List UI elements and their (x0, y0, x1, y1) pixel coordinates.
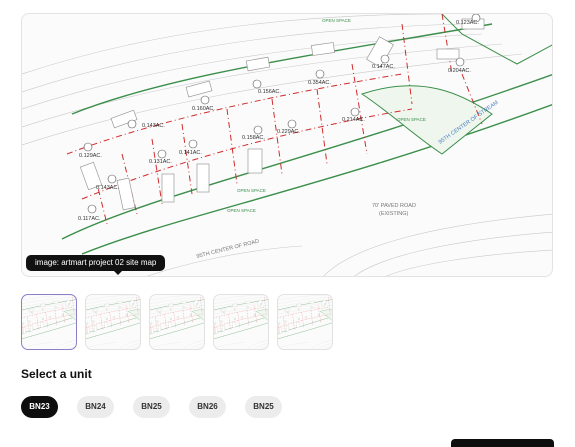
thumbnail-map-preview (86, 295, 140, 349)
unit-chip-bn24[interactable]: BN24 (77, 396, 114, 418)
thumbnail-map-preview (22, 295, 76, 349)
lot-15-area: 0.123AC. (456, 20, 479, 26)
thumbnail-1[interactable] (21, 294, 77, 350)
unit-chip-list: BN23 BN24 BN25 BN26 BN25 (21, 396, 282, 418)
lot-3-area: 0.129AC. (79, 153, 102, 159)
road-note-label: (EXISTING) (379, 211, 409, 217)
lot-8-area: 0.156AC. (258, 89, 281, 95)
lot-6-area: 0.141AC. (179, 150, 202, 156)
unit-chip-bn23[interactable]: BN23 (21, 396, 58, 418)
thumbnail-2[interactable] (85, 294, 141, 350)
lot-14-area: 0.204AC. (448, 68, 471, 74)
thumbnail-3[interactable] (149, 294, 205, 350)
lot-12-area: 0.214AC. (342, 117, 365, 123)
center-of-road-label: 95TH CENTER OF ROAD (196, 239, 260, 260)
lot-1-area: 0.117AC. (78, 216, 101, 222)
thumbnail-map-preview (278, 295, 332, 349)
select-unit-heading: Select a unit (21, 367, 92, 381)
lot-5-area: 0.131AC. (149, 159, 172, 165)
lot-2-area: 0.143AC. (96, 185, 119, 191)
image-caption: image: artmart project 02 site map (26, 255, 166, 275)
thumbnail-5[interactable] (277, 294, 333, 350)
lot-7-area: 0.160AC. (192, 106, 215, 112)
primary-action-button[interactable] (451, 439, 554, 447)
lot-10-area: 0.229AC. (277, 129, 300, 135)
open-space-label-top: OPEN SPACE (322, 18, 351, 23)
unit-chip-bn25[interactable]: BN25 (133, 396, 170, 418)
thumbnail-strip (21, 294, 333, 350)
main-site-map-image[interactable]: 0.117AC. 0.143AC. 0.129AC. 0.143AC. 0.13… (21, 13, 553, 277)
lot-4-area: 0.143AC. (142, 123, 165, 129)
thumbnail-map-preview (150, 295, 204, 349)
thumbnail-4[interactable] (213, 294, 269, 350)
site-map-drawing: 0.117AC. 0.143AC. 0.129AC. 0.143AC. 0.13… (22, 14, 552, 276)
unit-chip-bn25-second[interactable]: BN25 (245, 396, 282, 418)
thumbnail-map-preview (214, 295, 268, 349)
lot-9-area: 0.158AC. (242, 135, 265, 141)
open-space-label-mid: OPEN SPACE (237, 188, 266, 193)
lot-13-area: 0.147AC. (372, 64, 395, 70)
open-space-label-low: OPEN SPACE (227, 208, 256, 213)
road-label: 70' PAVED ROAD (372, 203, 416, 209)
unit-chip-bn26[interactable]: BN26 (189, 396, 226, 418)
open-space-label-right: OPEN SPACE (397, 117, 426, 122)
lot-11-area: 0.354AC. (308, 80, 331, 86)
